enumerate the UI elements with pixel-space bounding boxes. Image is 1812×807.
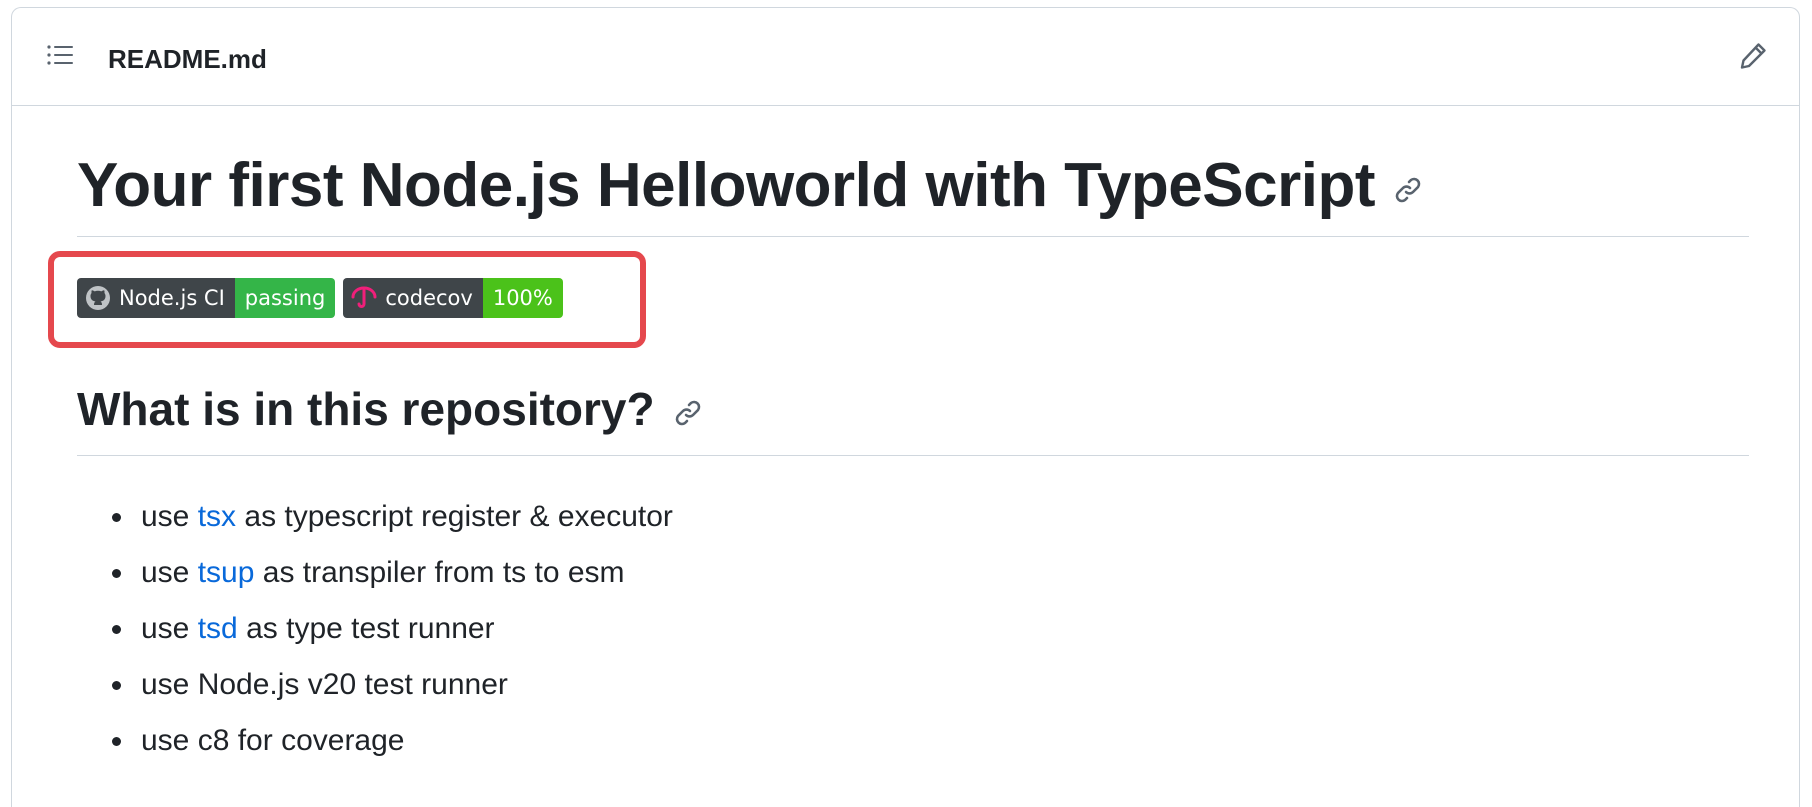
readme-title-text: Your first Node.js Helloworld with TypeS…	[77, 151, 1376, 220]
item-prefix: use	[141, 500, 198, 533]
title-divider	[77, 236, 1749, 237]
section-divider	[77, 455, 1749, 456]
readme-title: Your first Node.js Helloworld with TypeS…	[77, 148, 1423, 224]
list-item: use tsd as type test runner	[112, 601, 673, 657]
badge-status: 100%	[482, 278, 563, 318]
list-item: use Node.js v20 test runner	[112, 657, 673, 713]
tsx-link[interactable]: tsx	[198, 500, 236, 533]
github-icon	[86, 286, 110, 310]
item-text: use c8 for coverage	[141, 724, 405, 757]
section-heading-text: What is in this repository?	[77, 383, 655, 435]
item-prefix: use	[141, 556, 198, 589]
item-prefix: use	[141, 612, 198, 645]
tsd-link[interactable]: tsd	[198, 612, 238, 645]
badge-label: codecov	[385, 286, 473, 310]
item-suffix: as transpiler from ts to esm	[254, 556, 625, 589]
list-unordered-icon[interactable]	[45, 40, 75, 70]
codecov-badge[interactable]: codecov 100%	[343, 278, 563, 318]
list-item: use c8 for coverage	[112, 713, 673, 769]
list-item: use tsx as typescript register & executo…	[112, 489, 673, 545]
item-text: use Node.js v20 test runner	[141, 668, 508, 701]
section-heading: What is in this repository?	[77, 381, 703, 437]
pencil-icon[interactable]	[1737, 40, 1769, 72]
readme-header: README.md	[12, 8, 1799, 106]
feature-list: use tsx as typescript register & executo…	[77, 489, 673, 769]
codecov-umbrella-icon	[351, 286, 377, 308]
badge-row: Node.js CI passing codecov 100%	[77, 278, 563, 318]
tsup-link[interactable]: tsup	[198, 556, 255, 589]
item-suffix: as type test runner	[237, 612, 495, 645]
item-suffix: as typescript register & executor	[236, 500, 673, 533]
badge-label: Node.js CI	[119, 286, 225, 310]
nodejs-ci-badge[interactable]: Node.js CI passing	[77, 278, 336, 318]
badge-left: Node.js CI	[77, 278, 235, 318]
file-name: README.md	[108, 44, 267, 74]
readme-panel: README.md Your first Node.js Helloworld …	[11, 7, 1800, 807]
badge-status: passing	[234, 278, 336, 318]
list-item: use tsup as transpiler from ts to esm	[112, 545, 673, 601]
badge-left: codecov	[343, 278, 483, 318]
link-anchor-icon[interactable]	[673, 398, 703, 428]
link-anchor-icon[interactable]	[1393, 175, 1423, 205]
